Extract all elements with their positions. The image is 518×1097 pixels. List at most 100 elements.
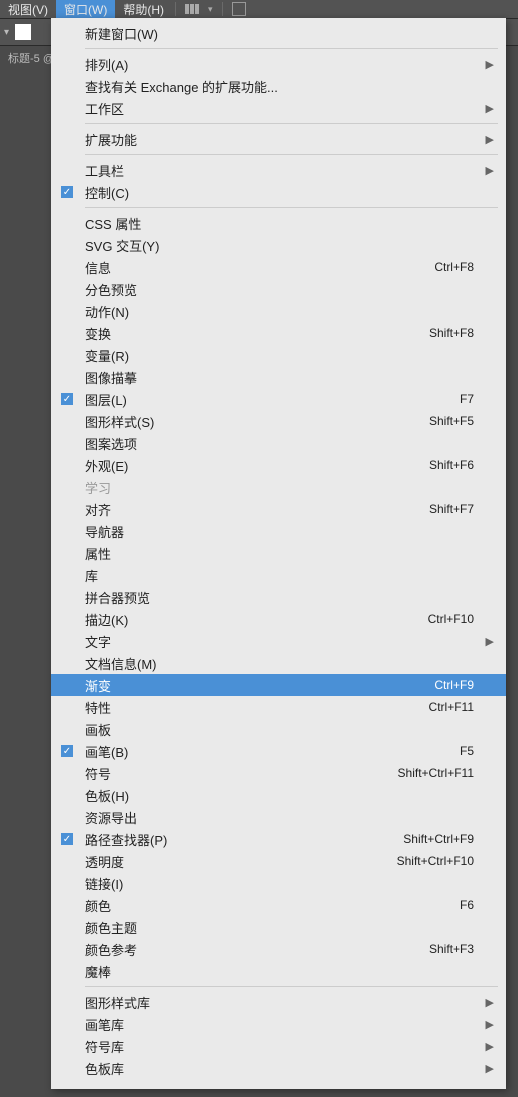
menuitem-accelerator: Ctrl+F8 — [434, 260, 480, 274]
menuitem[interactable]: 动作(N) — [51, 300, 506, 322]
menuitem-label: 排列(A) — [83, 55, 474, 74]
menuitem-accelerator: Shift+Ctrl+F9 — [403, 832, 480, 846]
menuitem-label: 描边(K) — [83, 610, 428, 629]
menuitem[interactable]: 渐变Ctrl+F9 — [51, 674, 506, 696]
menuitem[interactable]: 导航器 — [51, 520, 506, 542]
menuitem[interactable]: 魔棒 — [51, 960, 506, 982]
menuitem[interactable]: 图案选项 — [51, 432, 506, 454]
menuitem-label: 工作区 — [83, 99, 474, 118]
menuitem[interactable]: 信息Ctrl+F8 — [51, 256, 506, 278]
menubar-divider — [175, 2, 176, 16]
menuitem[interactable]: 查找有关 Exchange 的扩展功能... — [51, 75, 506, 97]
menuitem-accelerator: Ctrl+F10 — [428, 612, 480, 626]
menuitem[interactable]: SVG 交互(Y) — [51, 234, 506, 256]
menuitem-label: 库 — [83, 566, 474, 585]
menuitem[interactable]: 符号库▶ — [51, 1035, 506, 1057]
menuitem[interactable]: 工具栏▶ — [51, 159, 506, 181]
menuitem[interactable]: 工作区▶ — [51, 97, 506, 119]
menuitem-label: 控制(C) — [83, 183, 474, 202]
menuitem[interactable]: 透明度Shift+Ctrl+F10 — [51, 850, 506, 872]
menuitem-accelerator: F5 — [460, 744, 480, 758]
menuitem-label: 属性 — [83, 544, 474, 563]
menuitem[interactable]: 颜色F6 — [51, 894, 506, 916]
menuitem-label: 色板库 — [83, 1059, 474, 1078]
menuitem-label: 外观(E) — [83, 456, 429, 475]
menuitem[interactable]: 图形样式库 ▶ — [51, 991, 506, 1013]
menuitem[interactable]: 画笔库▶ — [51, 1013, 506, 1035]
menuitem-label: 扩展功能 — [83, 130, 474, 149]
menuitem[interactable]: 对齐Shift+F7 — [51, 498, 506, 520]
menuitem-label: 符号 — [83, 764, 398, 783]
menuitem[interactable]: 属性 — [51, 542, 506, 564]
menuitem[interactable]: ✓ 画笔(B)F5 — [51, 740, 506, 762]
window-menu-dropdown: 新建窗口(W)排列(A)▶查找有关 Exchange 的扩展功能...工作区▶扩… — [51, 18, 506, 1089]
menuitem[interactable]: 颜色主题 — [51, 916, 506, 938]
menuitem-label: 画板 — [83, 720, 474, 739]
menuitem-label: CSS 属性 — [83, 214, 474, 233]
menuitem[interactable]: 拼合器预览 — [51, 586, 506, 608]
menuitem-label: 图案选项 — [83, 434, 474, 453]
color-swatch[interactable] — [15, 24, 31, 40]
touch-icon[interactable] — [232, 2, 246, 16]
menu-separator — [85, 123, 498, 124]
submenu-arrow-icon: ▶ — [480, 133, 494, 146]
menuitem[interactable]: 颜色参考Shift+F3 — [51, 938, 506, 960]
menuitem-accelerator: Shift+F3 — [429, 942, 480, 956]
menuitem-label: 颜色主题 — [83, 918, 474, 937]
menuitem-accelerator: Shift+F6 — [429, 458, 480, 472]
menuitem[interactable]: 文字▶ — [51, 630, 506, 652]
menuitem[interactable]: 分色预览 — [51, 278, 506, 300]
submenu-arrow-icon: ▶ — [480, 1062, 494, 1075]
menuitem-label: 图形样式库 — [83, 993, 474, 1012]
menuitem-label: 拼合器预览 — [83, 588, 474, 607]
check-icon: ✓ — [61, 745, 73, 757]
chevron-down-icon[interactable]: ▾ — [208, 4, 213, 15]
menu-separator — [85, 154, 498, 155]
menuitem[interactable]: 链接(I) — [51, 872, 506, 894]
workspace-switcher-icon[interactable] — [185, 4, 199, 14]
menubar: 视图(V) 窗口(W) 帮助(H) ▾ — [0, 0, 518, 18]
menuitem-label: 导航器 — [83, 522, 474, 541]
menuitem-check-column: ✓ — [51, 745, 83, 757]
menuitem-label: 图层(L) — [83, 390, 460, 409]
menuitem[interactable]: 图形样式(S)Shift+F5 — [51, 410, 506, 432]
menu-separator — [85, 48, 498, 49]
menuitem[interactable]: 外观(E)Shift+F6 — [51, 454, 506, 476]
menuitem[interactable]: CSS 属性 — [51, 212, 506, 234]
menu-help[interactable]: 帮助(H) — [115, 0, 172, 18]
menuitem[interactable]: 新建窗口(W) — [51, 22, 506, 44]
menuitem[interactable]: 描边(K)Ctrl+F10 — [51, 608, 506, 630]
menuitem-label: 对齐 — [83, 500, 429, 519]
menuitem[interactable]: 图像描摹 — [51, 366, 506, 388]
menu-window[interactable]: 窗口(W) — [56, 0, 115, 18]
menuitem-label: 动作(N) — [83, 302, 474, 321]
menuitem-accelerator: Shift+F5 — [429, 414, 480, 428]
menuitem[interactable]: 变换Shift+F8 — [51, 322, 506, 344]
menuitem[interactable]: 资源导出 — [51, 806, 506, 828]
menuitem-accelerator: F7 — [460, 392, 480, 406]
menuitem-label: 资源导出 — [83, 808, 474, 827]
menuitem[interactable]: ✓控制(C) — [51, 181, 506, 203]
menuitem[interactable]: 符号Shift+Ctrl+F11 — [51, 762, 506, 784]
chevron-down-icon[interactable]: ▾ — [4, 27, 9, 38]
submenu-arrow-icon: ▶ — [480, 996, 494, 1009]
menuitem[interactable]: 特性Ctrl+F11 — [51, 696, 506, 718]
menuitem-label: 信息 — [83, 258, 434, 277]
menuitem[interactable]: ✓图层(L)F7 — [51, 388, 506, 410]
menuitem[interactable]: 画板 — [51, 718, 506, 740]
menu-view[interactable]: 视图(V) — [0, 0, 56, 18]
menuitem[interactable]: 文档信息(M) — [51, 652, 506, 674]
menuitem[interactable]: 变量(R) — [51, 344, 506, 366]
menuitem[interactable]: 库 — [51, 564, 506, 586]
menuitem[interactable]: 色板库 ▶ — [51, 1057, 506, 1079]
menuitem-label: 颜色 — [83, 896, 460, 915]
menuitem-label: 画笔(B) — [83, 742, 460, 761]
menuitem-label: 查找有关 Exchange 的扩展功能... — [83, 77, 474, 96]
menuitem[interactable]: 排列(A)▶ — [51, 53, 506, 75]
menuitem-accelerator: F6 — [460, 898, 480, 912]
menuitem[interactable]: 扩展功能 ▶ — [51, 128, 506, 150]
menuitem[interactable]: 色板(H) — [51, 784, 506, 806]
menuitem-label: SVG 交互(Y) — [83, 236, 474, 255]
menuitem[interactable]: ✓路径查找器(P)Shift+Ctrl+F9 — [51, 828, 506, 850]
menu-separator — [85, 207, 498, 208]
